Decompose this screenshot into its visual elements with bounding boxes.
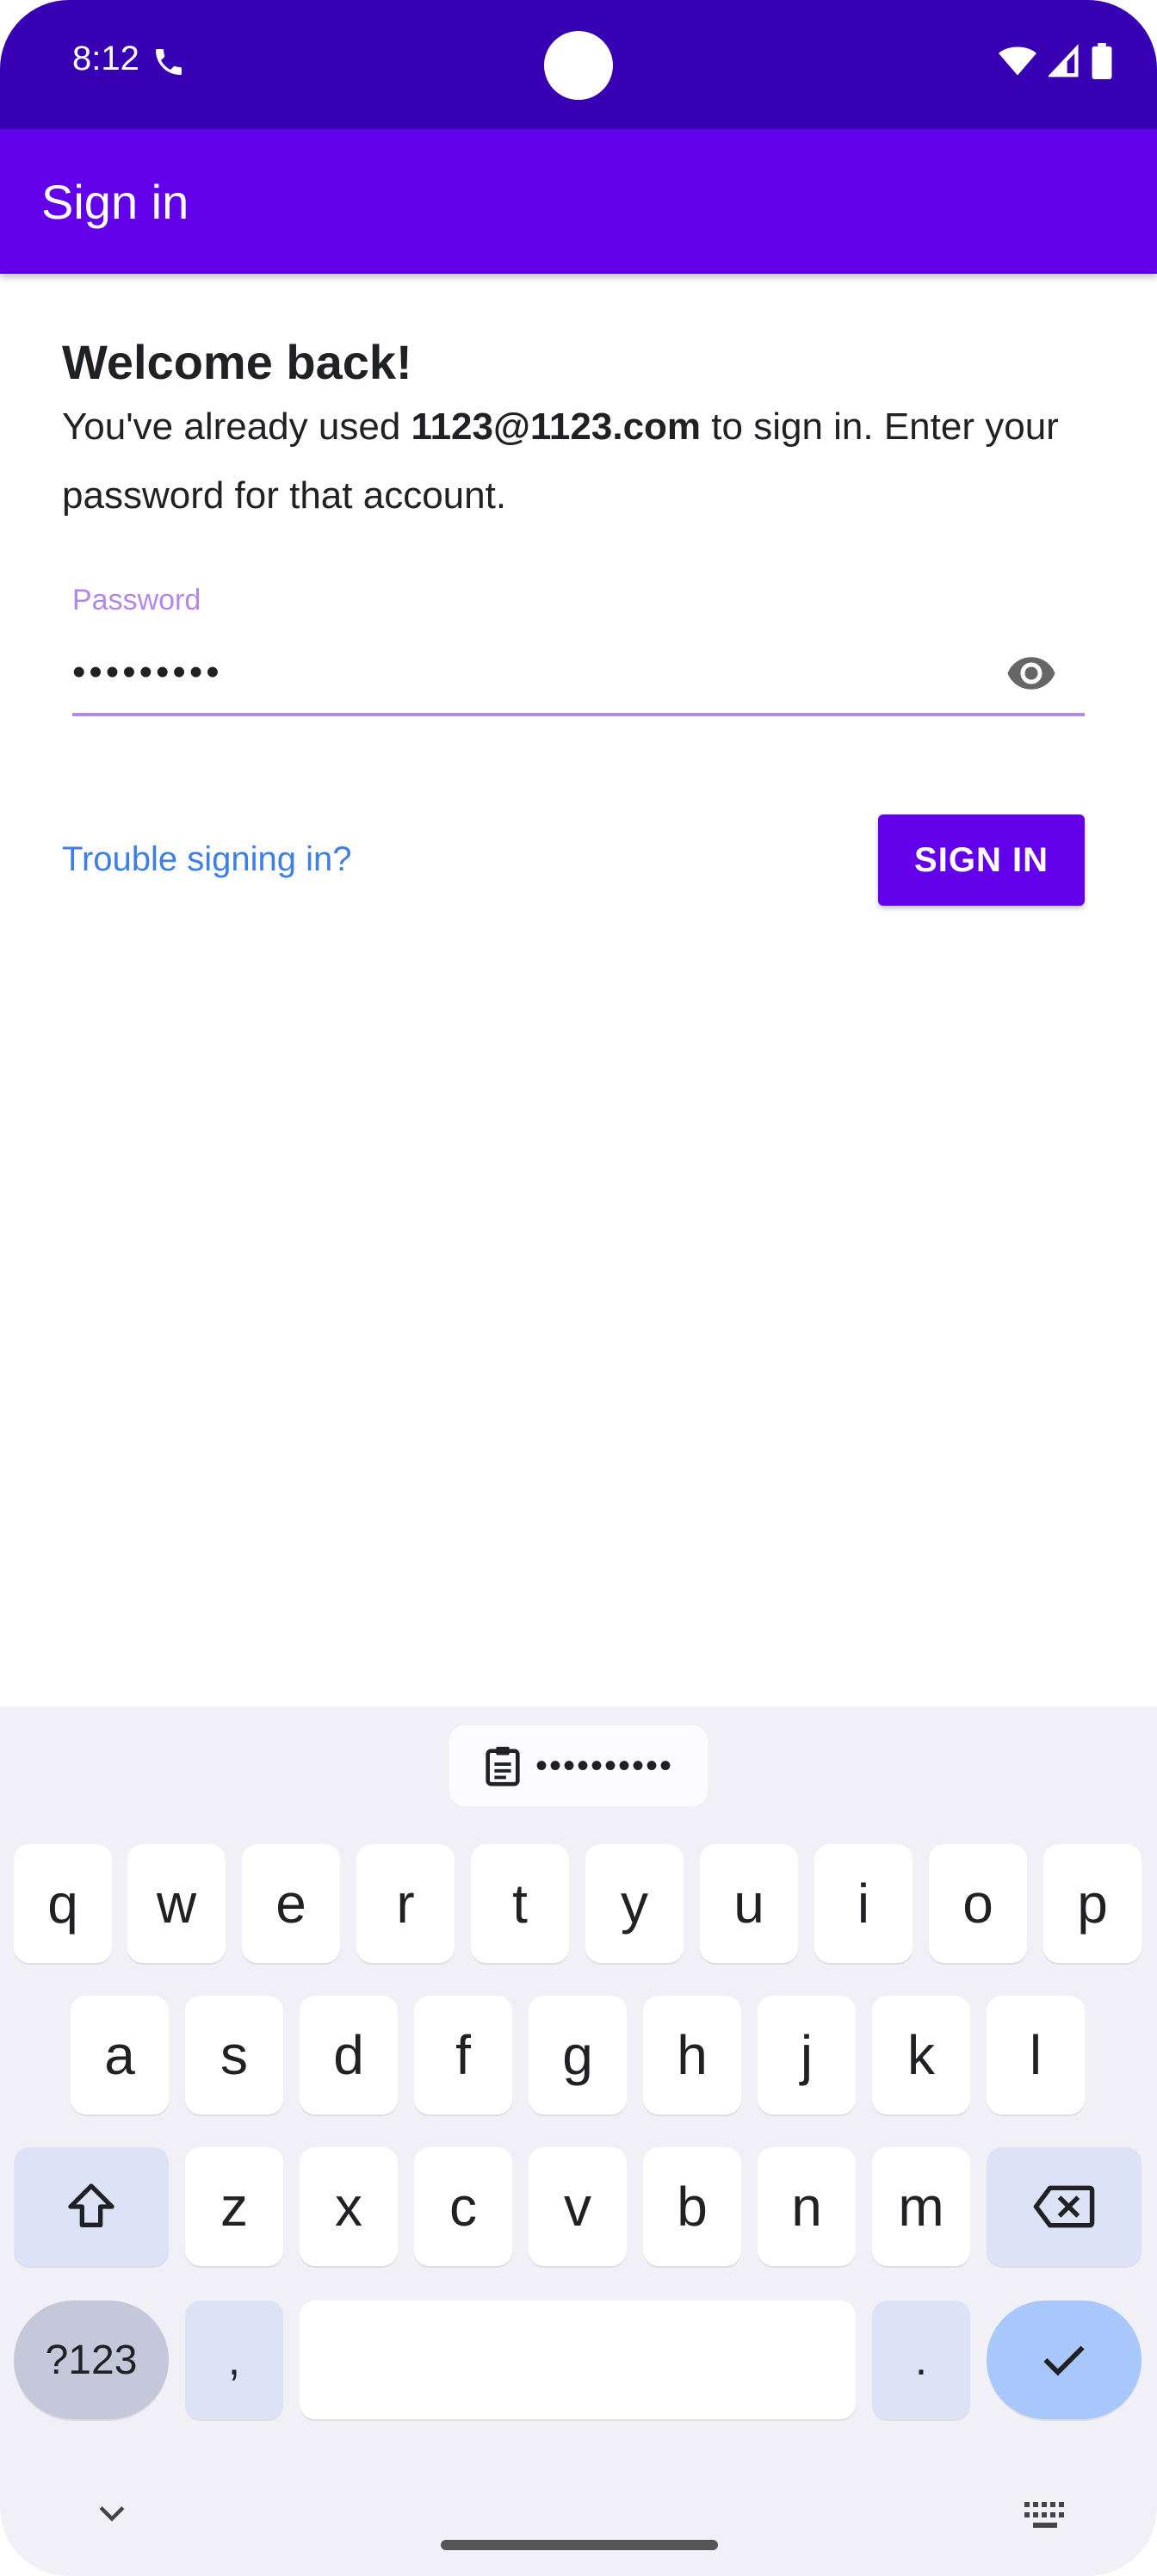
- key-k[interactable]: k: [872, 1996, 970, 2115]
- status-bar: 8:12: [0, 0, 1157, 129]
- chevron-down-icon[interactable]: [93, 2497, 131, 2531]
- key-n[interactable]: n: [758, 2147, 856, 2266]
- battery-icon: [1092, 43, 1112, 79]
- account-description: You've already used 1123@1123.com to sig…: [62, 393, 1095, 530]
- comma-key[interactable]: ,: [185, 2300, 283, 2419]
- checkmark-icon: [1043, 2345, 1085, 2376]
- key-f[interactable]: f: [414, 1996, 512, 2115]
- key-r[interactable]: r: [356, 1844, 455, 1963]
- sign-in-button[interactable]: SIGN IN: [878, 814, 1085, 906]
- backspace-key[interactable]: [987, 2147, 1142, 2266]
- space-key[interactable]: [300, 2300, 856, 2419]
- page-title: Sign in: [41, 175, 189, 229]
- key-t[interactable]: t: [471, 1844, 569, 1963]
- password-label: Password: [72, 584, 201, 616]
- key-e[interactable]: e: [242, 1844, 340, 1963]
- shift-key[interactable]: [14, 2147, 169, 2266]
- symbols-key[interactable]: ?123: [14, 2300, 169, 2419]
- camera-cutout: [544, 31, 613, 100]
- status-icons: [999, 43, 1112, 79]
- key-d[interactable]: d: [300, 1996, 398, 2115]
- wifi-icon: [999, 46, 1036, 76]
- key-q[interactable]: q: [14, 1844, 112, 1963]
- phone-icon: [156, 49, 182, 75]
- app-bar: Sign in: [0, 129, 1157, 274]
- key-l[interactable]: l: [987, 1996, 1085, 2115]
- key-c[interactable]: c: [414, 2147, 512, 2266]
- shift-icon: [68, 2183, 114, 2227]
- key-y[interactable]: y: [585, 1844, 684, 1963]
- key-w[interactable]: w: [127, 1844, 226, 1963]
- key-v[interactable]: v: [529, 2147, 627, 2266]
- key-s[interactable]: s: [185, 1996, 283, 2115]
- key-o[interactable]: o: [929, 1844, 1027, 1963]
- signal-icon: [1049, 44, 1079, 77]
- key-u[interactable]: u: [700, 1844, 798, 1963]
- backspace-icon: [1033, 2185, 1095, 2228]
- phone-screen: 8:12 Sign in Welcome back! You've alread…: [0, 0, 1157, 2576]
- key-i[interactable]: i: [814, 1844, 913, 1963]
- clipboard-text: ••••••••••: [535, 1746, 674, 1785]
- key-m[interactable]: m: [872, 2147, 970, 2266]
- key-x[interactable]: x: [300, 2147, 398, 2266]
- key-h[interactable]: h: [643, 1996, 741, 2115]
- period-key[interactable]: .: [872, 2300, 970, 2419]
- enter-key[interactable]: [987, 2300, 1142, 2419]
- password-field-underline: [72, 713, 1085, 716]
- on-screen-keyboard: [0, 1706, 1157, 2576]
- welcome-heading: Welcome back!: [62, 335, 412, 389]
- key-a[interactable]: a: [71, 1996, 169, 2115]
- password-field[interactable]: •••••••••: [72, 651, 223, 694]
- gesture-navigation-bar[interactable]: [441, 2540, 718, 2550]
- key-b[interactable]: b: [643, 2147, 741, 2266]
- status-time: 8:12: [72, 40, 139, 77]
- trouble-signing-in-link[interactable]: Trouble signing in?: [62, 840, 352, 879]
- description-prefix: You've already used: [62, 406, 411, 448]
- key-g[interactable]: g: [529, 1996, 627, 2115]
- key-j[interactable]: j: [758, 1996, 856, 2115]
- show-password-icon[interactable]: [1002, 647, 1061, 699]
- key-p[interactable]: p: [1043, 1844, 1142, 1963]
- keyboard-icon[interactable]: [1023, 2500, 1067, 2531]
- account-email: 1123@1123.com: [411, 406, 702, 448]
- clipboard-icon: [486, 1746, 520, 1786]
- clipboard-suggestion[interactable]: ••••••••••: [449, 1725, 708, 1806]
- key-z[interactable]: z: [185, 2147, 283, 2266]
